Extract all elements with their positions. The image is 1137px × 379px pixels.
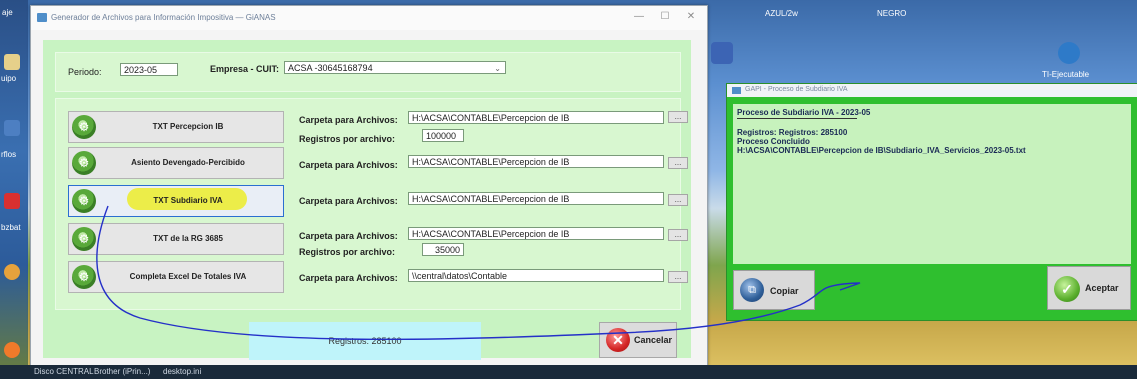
window-title: GAPI - Proceso de Subdiario IVA bbox=[745, 86, 848, 93]
button-label: Completa Excel De Totales IVA bbox=[129, 272, 247, 281]
gear-icon: ⚙ bbox=[72, 227, 96, 251]
desktop-icon-label: TI-Ejecutable bbox=[1042, 70, 1090, 79]
log-line: Proceso Concluido bbox=[737, 137, 810, 146]
registros-input-rg-3685[interactable]: 35000 bbox=[422, 243, 464, 256]
cancel-icon: ✕ bbox=[606, 328, 630, 352]
button-label: TXT Subdiario IVA bbox=[153, 196, 223, 205]
button-label: Asiento Devengado-Percibido bbox=[131, 158, 245, 167]
browse-folder-button[interactable]: ... bbox=[668, 229, 688, 241]
button-label: TXT de la RG 3685 bbox=[153, 234, 223, 243]
copy-icon: ⧉ bbox=[740, 278, 764, 302]
desktop-top-label: AZUL/2w bbox=[765, 9, 798, 18]
desktop-icon-label: uipo bbox=[1, 74, 17, 83]
gear-icon: ⚙ bbox=[72, 151, 96, 175]
carpeta-label: Carpeta para Archivos: bbox=[299, 196, 398, 206]
browse-folder-button[interactable]: ... bbox=[668, 194, 688, 206]
carpeta-input-rg-3685[interactable]: H:\ACSA\CONTABLE\Percepcion de IB bbox=[408, 227, 664, 240]
registros-label: Registros por archivo: bbox=[299, 247, 396, 257]
accept-label: Aceptar bbox=[1085, 283, 1119, 293]
taskbar-item[interactable]: Disco CENTRAL bbox=[34, 367, 94, 376]
accept-button[interactable]: ✓ Aceptar bbox=[1047, 266, 1131, 310]
browse-folder-button[interactable]: ... bbox=[668, 157, 688, 169]
txt-percepcion-ib-button[interactable]: ⚙ TXT Percepcion IB bbox=[68, 111, 284, 143]
log-line: H:\ACSA\CONTABLE\Percepcion de IB\Subdia… bbox=[737, 146, 1026, 155]
log-divider bbox=[737, 118, 857, 119]
txt-subdiario-iva-button[interactable]: ⚙ TXT Subdiario IVA bbox=[68, 185, 284, 217]
log-heading: Proceso de Subdiario IVA - 2023-05 bbox=[737, 108, 871, 117]
copy-button[interactable]: ⧉ Copiar bbox=[733, 270, 815, 310]
txt-rg-3685-button[interactable]: ⚙ TXT de la RG 3685 bbox=[68, 223, 284, 255]
window-title: Generador de Archivos para Información I… bbox=[51, 13, 276, 22]
app-icon[interactable] bbox=[4, 264, 20, 280]
carpeta-label: Carpeta para Archivos: bbox=[299, 273, 398, 283]
status-text: Registros: 285100 bbox=[328, 336, 402, 346]
minimize-button[interactable]: — bbox=[631, 11, 647, 22]
window-titlebar[interactable]: GAPI - Proceso de Subdiario IVA bbox=[727, 84, 1137, 97]
taskbar-item[interactable]: Brother (iPrin...) bbox=[94, 367, 150, 376]
maximize-button[interactable]: ☐ bbox=[657, 11, 673, 22]
carpeta-input-asiento[interactable]: H:\ACSA\CONTABLE\Percepcion de IB bbox=[408, 155, 664, 168]
carpeta-input-subdiario[interactable]: H:\ACSA\CONTABLE\Percepcion de IB bbox=[408, 192, 664, 205]
button-label: TXT Percepcion IB bbox=[152, 122, 224, 131]
executable-icon[interactable] bbox=[1058, 42, 1080, 64]
chevron-down-icon: ⌄ bbox=[494, 64, 501, 73]
browse-folder-button[interactable]: ... bbox=[668, 271, 688, 283]
carpeta-label: Carpeta para Archivos: bbox=[299, 231, 398, 241]
desktop-icon-label: aje bbox=[2, 8, 13, 17]
network-icon[interactable] bbox=[711, 42, 733, 64]
app-icon[interactable] bbox=[4, 193, 20, 209]
empresa-label: Empresa - CUIT: bbox=[210, 64, 280, 74]
empresa-select[interactable]: ACSA -30645168794 ⌄ bbox=[284, 61, 506, 74]
browse-folder-button[interactable]: ... bbox=[668, 111, 688, 123]
close-button[interactable]: ✕ bbox=[683, 11, 699, 22]
app-icon bbox=[37, 13, 47, 22]
generator-window: Generador de Archivos para Información I… bbox=[30, 5, 708, 367]
carpeta-label: Carpeta para Archivos: bbox=[299, 160, 398, 170]
window-titlebar[interactable]: Generador de Archivos para Información I… bbox=[31, 6, 707, 30]
periodo-input[interactable]: 2023-05 bbox=[120, 63, 178, 76]
carpeta-input-excel[interactable]: \\central\datos\Contable bbox=[408, 269, 664, 282]
taskbar-item[interactable]: desktop.ini bbox=[163, 367, 201, 376]
log-line: Registros: Registros: 285100 bbox=[737, 128, 848, 137]
gear-icon: ⚙ bbox=[72, 265, 96, 289]
desktop-icon-label: rflos bbox=[1, 150, 17, 159]
cancel-label: Cancelar bbox=[634, 335, 673, 345]
gear-icon: ⚙ bbox=[72, 115, 96, 139]
asiento-devengado-button[interactable]: ⚙ Asiento Devengado-Percibido bbox=[68, 147, 284, 179]
process-log[interactable]: Proceso de Subdiario IVA - 2023-05 Regis… bbox=[733, 104, 1131, 264]
completa-excel-button[interactable]: ⚙ Completa Excel De Totales IVA bbox=[68, 261, 284, 293]
empresa-selected-value: ACSA -30645168794 bbox=[288, 63, 373, 73]
app-icon bbox=[732, 87, 741, 94]
header-panel: Periodo: 2023-05 Empresa - CUIT: ACSA -3… bbox=[55, 52, 681, 92]
registros-label: Registros por archivo: bbox=[299, 134, 396, 144]
gear-icon: ⚙ bbox=[72, 189, 96, 213]
cancel-button[interactable]: ✕ Cancelar bbox=[599, 322, 677, 358]
check-icon: ✓ bbox=[1054, 276, 1080, 302]
taskbar: Disco CENTRAL Brother (iPrin...) desktop… bbox=[0, 365, 1137, 379]
window-client-area: Periodo: 2023-05 Empresa - CUIT: ACSA -3… bbox=[43, 40, 691, 360]
subdiario-result-window: GAPI - Proceso de Subdiario IVA Proceso … bbox=[726, 83, 1137, 321]
carpeta-label: Carpeta para Archivos: bbox=[299, 115, 398, 125]
computer-icon[interactable] bbox=[4, 120, 20, 136]
registros-input-percepcion-ib[interactable]: 100000 bbox=[422, 129, 464, 142]
app-icon[interactable] bbox=[4, 342, 20, 358]
copy-label: Copiar bbox=[770, 286, 799, 296]
status-panel: Registros: 285100 bbox=[249, 322, 481, 360]
generators-panel: ⚙ TXT Percepcion IB Carpeta para Archivo… bbox=[55, 98, 688, 310]
periodo-label: Periodo: bbox=[68, 67, 102, 77]
folder-icon[interactable] bbox=[4, 54, 20, 70]
desktop-icon-label: bzbat bbox=[1, 223, 21, 232]
carpeta-input-percepcion-ib[interactable]: H:\ACSA\CONTABLE\Percepcion de IB bbox=[408, 111, 664, 124]
desktop-top-label: NEGRO bbox=[877, 9, 907, 18]
